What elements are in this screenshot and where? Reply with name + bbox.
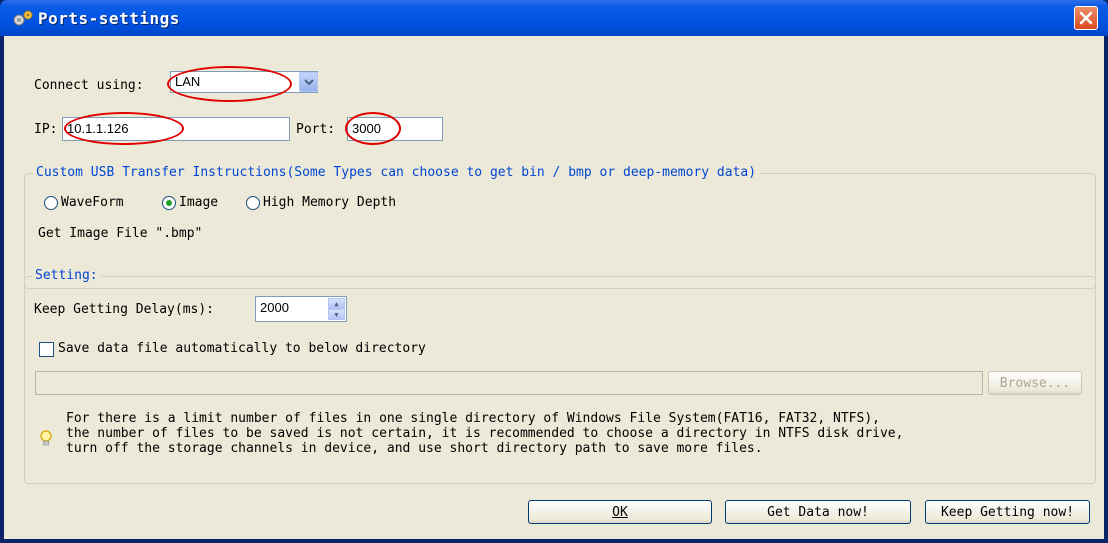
spin-down-icon[interactable]: ▼ <box>328 309 345 320</box>
connect-using-label: Connect using: <box>34 78 144 93</box>
ports-settings-window: Ports-settings Connect using: LAN IP: 10… <box>0 0 1108 543</box>
radio-image-label[interactable]: Image <box>179 195 218 210</box>
chevron-down-icon <box>303 79 314 86</box>
close-icon <box>1079 11 1093 25</box>
delay-label: Keep Getting Delay(ms): <box>34 302 215 317</box>
spin-up-icon[interactable]: ▲ <box>328 298 345 309</box>
gears-icon <box>13 10 33 26</box>
storage-note-line-3: turn off the storage channels in device,… <box>66 441 763 456</box>
storage-note-line-1: For there is a limit number of files in … <box>66 411 880 426</box>
delay-value: 2000 <box>260 300 289 315</box>
connect-dropdown-button[interactable] <box>299 72 318 92</box>
ok-button[interactable]: OK <box>528 500 712 524</box>
usb-info-text: Get Image File ".bmp" <box>38 226 203 241</box>
radio-image[interactable] <box>162 196 176 210</box>
dialog-body: Connect using: LAN IP: 10.1.1.126 Port: … <box>4 36 1104 539</box>
title-bar[interactable]: Ports-settings <box>0 0 1108 36</box>
storage-note: For there is a limit number of files in … <box>66 411 903 456</box>
keep-getting-now-button[interactable]: Keep Getting now! <box>925 500 1090 524</box>
radio-waveform[interactable] <box>44 196 58 210</box>
annotation-circle-ip <box>64 112 184 145</box>
get-data-now-button[interactable]: Get Data now! <box>725 500 911 524</box>
radio-high-memory-depth-label[interactable]: High Memory Depth <box>263 195 396 210</box>
close-button[interactable] <box>1074 6 1098 30</box>
save-automatically-checkbox[interactable] <box>39 342 54 357</box>
radio-waveform-label[interactable]: WaveForm <box>61 195 124 210</box>
save-automatically-label[interactable]: Save data file automatically to below di… <box>58 341 426 356</box>
storage-note-line-2: the number of files to be saved is not c… <box>66 426 904 441</box>
setting-group-legend: Setting: <box>32 268 101 283</box>
ok-button-label: OK <box>612 504 628 520</box>
port-label: Port: <box>296 122 336 137</box>
directory-path-field <box>35 371 983 395</box>
browse-button-label: Browse... <box>999 375 1071 391</box>
usb-group-legend: Custom USB Transfer Instructions(Some Ty… <box>33 165 760 180</box>
delay-spinner[interactable]: ▲ ▼ <box>328 298 345 320</box>
get-data-now-label: Get Data now! <box>767 504 869 520</box>
browse-button[interactable]: Browse... <box>988 371 1082 395</box>
radio-high-memory-depth[interactable] <box>246 196 260 210</box>
keep-getting-now-label: Keep Getting now! <box>940 504 1075 520</box>
ip-label: IP: <box>34 122 58 137</box>
annotation-circle-port <box>345 112 401 145</box>
lightbulb-icon <box>40 430 52 446</box>
window-title: Ports-settings <box>38 9 180 28</box>
annotation-circle-connect <box>167 66 292 102</box>
